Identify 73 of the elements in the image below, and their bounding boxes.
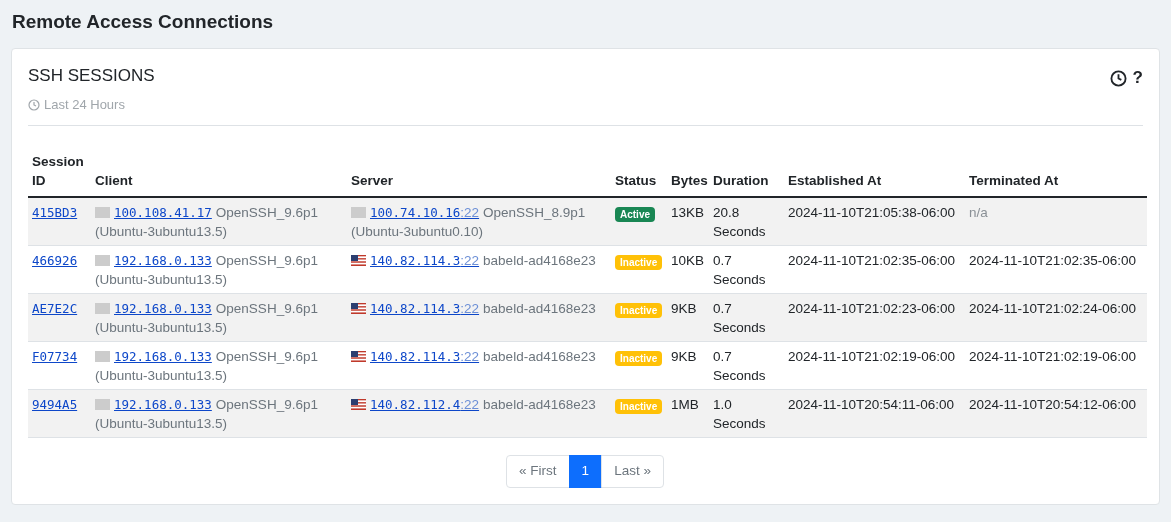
terminated-time: 2024-11-10T21:02:35-06:00 bbox=[969, 252, 1137, 268]
session-id-link[interactable]: 415BD3 bbox=[32, 204, 78, 220]
bytes-value: 9KB bbox=[671, 348, 697, 364]
status-badge: Active bbox=[615, 206, 655, 222]
client-software: OpenSSH_9.6p1 bbox=[215, 347, 318, 366]
column-header: Duration bbox=[713, 172, 769, 188]
established-time: 2024-11-10T21:05:38-06:00 bbox=[788, 204, 956, 220]
client-address-link[interactable]: 192.168.0.133 bbox=[114, 394, 212, 414]
session-id-link[interactable]: AE7E2C bbox=[32, 300, 78, 316]
bytes-value: 1MB bbox=[671, 396, 699, 412]
help-button[interactable]: ? bbox=[1132, 69, 1143, 87]
client-build: (Ubuntu-3ubuntu13.5) bbox=[95, 270, 228, 289]
bytes-value: 13KB bbox=[671, 204, 705, 220]
server-address-link[interactable]: 140.82.112.4:22 bbox=[370, 394, 480, 414]
status-badge: Inactive bbox=[615, 350, 663, 366]
status-badge: Inactive bbox=[615, 398, 663, 414]
session-id-link[interactable]: 9494A5 bbox=[32, 396, 78, 412]
column-header: Server bbox=[351, 172, 394, 188]
bytes-value: 10KB bbox=[671, 252, 705, 268]
client-build: (Ubuntu-3ubuntu13.5) bbox=[95, 222, 228, 241]
client-software: OpenSSH_9.6p1 bbox=[215, 299, 318, 318]
column-header: Bytes bbox=[671, 172, 708, 188]
server-software: babeld-ad4168e23 bbox=[483, 299, 596, 318]
session-id-link[interactable]: 466926 bbox=[32, 252, 78, 268]
server-address-link[interactable]: 140.82.114.3:22 bbox=[370, 298, 480, 318]
client-software: OpenSSH_9.6p1 bbox=[215, 203, 318, 222]
established-time: 2024-11-10T21:02:35-06:00 bbox=[788, 252, 956, 268]
duration-value: 0.7 Seconds bbox=[713, 348, 766, 383]
pagination-button[interactable]: 1 bbox=[568, 454, 603, 488]
server-software: OpenSSH_8.9p1 bbox=[483, 203, 586, 222]
established-time: 2024-11-10T21:02:23-06:00 bbox=[788, 300, 956, 316]
column-header: Terminated At bbox=[969, 172, 1059, 188]
pagination-button[interactable]: Last » bbox=[601, 454, 664, 488]
terminated-time: n/a bbox=[969, 204, 988, 220]
client-build: (Ubuntu-3ubuntu13.5) bbox=[95, 366, 228, 385]
column-header: Client bbox=[95, 172, 133, 188]
duration-value: 1.0 Seconds bbox=[713, 396, 766, 431]
server-address-link[interactable]: 100.74.10.16:22 bbox=[370, 202, 480, 222]
column-header: Established At bbox=[788, 172, 882, 188]
server-build: (Ubuntu-3ubuntu0.10) bbox=[351, 222, 484, 241]
page-title: Remote Access Connections bbox=[12, 10, 275, 34]
client-address-link[interactable]: 192.168.0.133 bbox=[114, 298, 212, 318]
column-header: Status bbox=[615, 172, 657, 188]
established-time: 2024-11-10T21:02:19-06:00 bbox=[788, 348, 956, 364]
client-address-link[interactable]: 192.168.0.133 bbox=[114, 346, 212, 366]
client-address-link[interactable]: 100.108.41.17 bbox=[114, 202, 212, 222]
client-build: (Ubuntu-3ubuntu13.5) bbox=[95, 318, 228, 337]
client-build: (Ubuntu-3ubuntu13.5) bbox=[95, 414, 228, 433]
server-software: babeld-ad4168e23 bbox=[483, 395, 596, 414]
card-title: SSH SESSIONS bbox=[28, 65, 155, 87]
column-header: Session ID bbox=[32, 153, 84, 188]
bytes-value: 9KB bbox=[671, 300, 697, 316]
server-software: babeld-ad4168e23 bbox=[483, 347, 596, 366]
pagination-button[interactable]: « First bbox=[506, 454, 570, 488]
client-software: OpenSSH_9.6p1 bbox=[215, 395, 318, 414]
duration-value: 0.7 Seconds bbox=[713, 252, 766, 287]
terminated-time: 2024-11-10T20:54:12-06:00 bbox=[969, 396, 1137, 412]
status-badge: Inactive bbox=[615, 302, 663, 318]
client-address-link[interactable]: 192.168.0.133 bbox=[114, 250, 212, 270]
server-address-link[interactable]: 140.82.114.3:22 bbox=[370, 346, 480, 366]
server-address-link[interactable]: 140.82.114.3:22 bbox=[370, 250, 480, 270]
terminated-time: 2024-11-10T21:02:24-06:00 bbox=[969, 300, 1137, 316]
terminated-time: 2024-11-10T21:02:19-06:00 bbox=[969, 348, 1137, 364]
status-badge: Inactive bbox=[615, 254, 663, 270]
duration-value: 20.8 Seconds bbox=[713, 204, 766, 239]
duration-value: 0.7 Seconds bbox=[713, 300, 766, 335]
time-range-label: Last 24 Hours bbox=[44, 96, 125, 114]
established-time: 2024-11-10T20:54:11-06:00 bbox=[788, 396, 955, 412]
clock-icon bbox=[28, 98, 40, 111]
server-software: babeld-ad4168e23 bbox=[483, 251, 596, 270]
clock-icon[interactable] bbox=[1109, 69, 1127, 87]
client-software: OpenSSH_9.6p1 bbox=[215, 251, 318, 270]
session-id-link[interactable]: F07734 bbox=[32, 348, 78, 364]
